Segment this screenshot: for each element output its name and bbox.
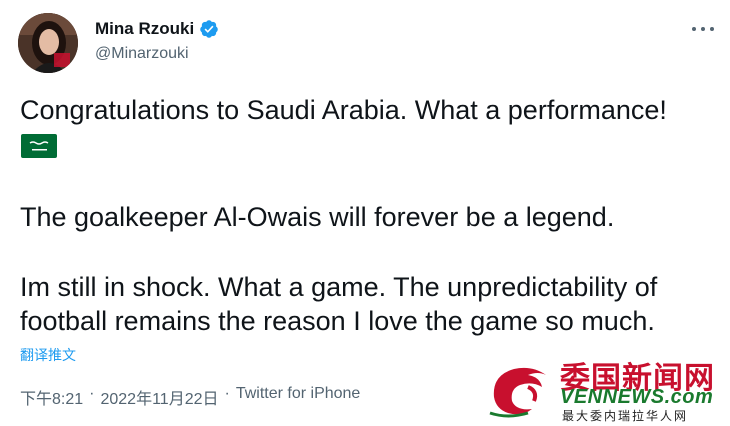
watermark-url: VENNEWS.com (560, 386, 714, 408)
tweet-meta: 下午8:21 · 2022年11月22日 · Twitter for iPhon… (20, 385, 360, 409)
tweet-text-line-2: The goalkeeper Al-Owais will forever be … (20, 202, 615, 232)
watermark: 委国新闻网 VENNEWS.com 最大委内瑞拉华人网 (488, 353, 730, 426)
profile-photo-icon (18, 13, 78, 73)
meta-separator: · (89, 385, 95, 402)
tweet-time[interactable]: 下午8:21 (20, 385, 83, 409)
more-options-button[interactable] (692, 20, 714, 38)
tweet-text-line-1: Congratulations to Saudi Arabia. What a … (20, 95, 667, 125)
avatar[interactable] (18, 13, 78, 73)
watermark-subtitle: 最大委内瑞拉华人网 (562, 409, 689, 423)
dot-icon (710, 27, 714, 31)
author-name[interactable]: Mina Rzouki (95, 19, 194, 39)
tweet-source[interactable]: Twitter for iPhone (236, 385, 361, 409)
saudi-arabia-flag-icon (21, 134, 57, 158)
dragon-logo-icon (489, 367, 546, 418)
tweet-date[interactable]: 2022年11月22日 (100, 385, 218, 409)
dot-icon (701, 27, 705, 31)
tweet-text-line-3: Im still in shock. What a game. The unpr… (20, 272, 658, 336)
author-handle[interactable]: @Minarzouki (95, 45, 189, 63)
dot-icon (692, 27, 696, 31)
translate-tweet-link[interactable]: 翻译推文 (20, 345, 76, 365)
verified-badge-icon (200, 20, 218, 38)
meta-separator: · (224, 385, 230, 402)
